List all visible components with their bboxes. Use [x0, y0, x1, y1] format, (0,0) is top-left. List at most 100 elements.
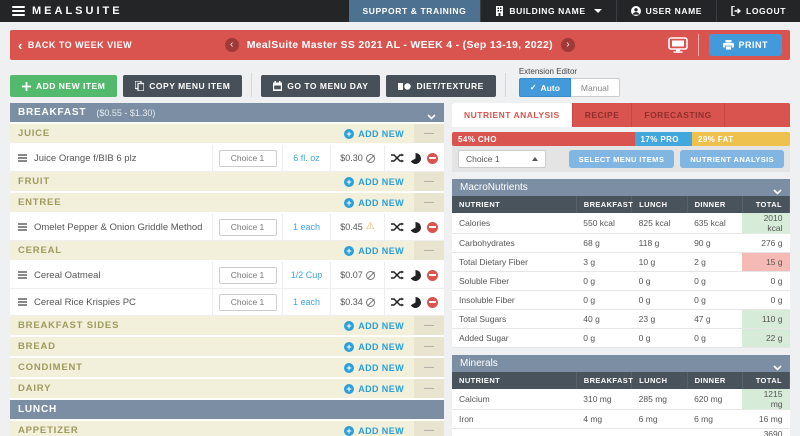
collapse-section-button[interactable]: —: [414, 337, 444, 356]
copy-menu-item-button[interactable]: COPY MENU ITEM: [123, 75, 243, 97]
select-caret-icon: [532, 157, 538, 161]
select-menu-items-button[interactable]: SELECT MENU ITEMS: [568, 150, 675, 168]
display-screen-button[interactable]: [667, 37, 688, 53]
remove-item-icon[interactable]: [427, 221, 438, 233]
divider: [697, 34, 699, 56]
swap-item-icon[interactable]: [391, 297, 404, 307]
extension-editor-group: Extension Editor Auto Manual: [518, 67, 620, 97]
add-new-link[interactable]: + ADD NEW: [344, 425, 414, 436]
collapse-section-button[interactable]: —: [414, 358, 444, 377]
go-to-menu-day-label: GO TO MENU DAY: [287, 81, 369, 91]
auto-toggle-option[interactable]: Auto: [518, 78, 571, 97]
swap-item-icon[interactable]: [391, 153, 404, 163]
collapse-section-button[interactable]: —: [414, 124, 444, 143]
extension-editor-toggle: Auto Manual: [518, 78, 620, 97]
section-label: BREAKFAST SIDES: [18, 320, 120, 331]
user-name-label: USER NAME: [645, 6, 703, 16]
choice-select[interactable]: Choice 1: [458, 150, 546, 168]
collapse-section-button[interactable]: —: [414, 379, 444, 398]
item-name[interactable]: Cereal Rice Krispies PC: [34, 297, 212, 308]
item-name[interactable]: Omelet Pepper & Onion Griddle Method: [34, 222, 212, 233]
breakfast-meal-header[interactable]: BREAKFAST ($0.55 - $1.30): [10, 103, 444, 122]
choice-cell: Choice 1: [212, 214, 282, 240]
add-new-link[interactable]: + ADD NEW: [344, 197, 414, 208]
add-new-link[interactable]: + ADD NEW: [344, 341, 414, 352]
add-new-link[interactable]: + ADD NEW: [344, 320, 414, 331]
collapse-section-button[interactable]: —: [414, 172, 444, 191]
drag-handle-icon[interactable]: [10, 271, 34, 279]
macronutrients-header[interactable]: MacroNutrients: [452, 179, 790, 196]
lunch-meal-header[interactable]: LUNCH: [10, 400, 444, 419]
choice-input[interactable]: Choice 1: [218, 149, 277, 167]
collapse-section-button[interactable]: —: [414, 193, 444, 212]
hamburger-menu-icon[interactable]: [12, 6, 25, 16]
go-to-menu-day-button[interactable]: GO TO MENU DAY: [261, 75, 381, 97]
portion-link[interactable]: 1 each: [282, 214, 330, 240]
print-label: PRINT: [738, 40, 768, 50]
app-logo: MEALSUITE: [32, 5, 123, 17]
price-cell: $0.07: [330, 262, 384, 288]
nutrition-pie-icon[interactable]: [410, 221, 421, 233]
remove-item-icon[interactable]: [427, 152, 438, 164]
col-breakfast: BREAKFAST: [576, 196, 633, 213]
logout-label: LOGOUT: [746, 6, 786, 16]
tab-recipe[interactable]: RECIPE: [573, 103, 633, 127]
nutrition-pie-icon[interactable]: [410, 296, 421, 308]
price-cell: $0.30: [330, 145, 384, 171]
logout-button[interactable]: LOGOUT: [716, 0, 800, 22]
back-label: BACK TO WEEK VIEW: [27, 40, 133, 50]
nutrition-pie-icon[interactable]: [410, 152, 421, 164]
portion-link[interactable]: 1/2 Cup: [282, 262, 330, 288]
print-button[interactable]: PRINT: [708, 34, 782, 56]
remove-item-icon[interactable]: [427, 269, 438, 281]
collapse-section-button[interactable]: —: [414, 421, 444, 436]
remove-item-icon[interactable]: [427, 296, 438, 308]
tab-forecasting[interactable]: FORECASTING: [632, 103, 725, 127]
portion-link[interactable]: 6 fl. oz: [282, 145, 330, 171]
choice-input[interactable]: Choice 1: [218, 266, 277, 284]
add-new-link[interactable]: + ADD NEW: [344, 176, 414, 187]
swap-item-icon[interactable]: [391, 222, 404, 232]
item-name[interactable]: Cereal Oatmeal: [34, 270, 212, 281]
plus-circle-icon: +: [344, 425, 355, 436]
nutrient-analysis-button[interactable]: NUTRIENT ANALYSIS: [680, 150, 784, 168]
next-week-button[interactable]: ›: [560, 38, 575, 52]
portion-link[interactable]: 1 each: [282, 289, 330, 315]
chevron-down-icon[interactable]: [427, 108, 436, 120]
chevron-down-icon[interactable]: [773, 359, 782, 371]
section-label: FRUIT: [18, 176, 50, 187]
item-name[interactable]: Juice Orange f/BIB 6 plz: [34, 153, 212, 164]
back-to-week-view-link[interactable]: ‹ BACK TO WEEK VIEW: [18, 39, 132, 52]
section-dairy: DAIRY + ADD NEW —: [10, 379, 444, 398]
tab-nutrient-analysis[interactable]: NUTRIENT ANALYSIS: [452, 103, 573, 127]
add-new-link[interactable]: + ADD NEW: [344, 128, 414, 139]
drag-handle-icon[interactable]: [10, 223, 34, 231]
chevron-down-icon[interactable]: [773, 183, 782, 195]
swap-item-icon[interactable]: [391, 270, 404, 280]
copy-icon: [135, 81, 145, 91]
drag-handle-icon[interactable]: [10, 154, 34, 162]
drag-handle-icon[interactable]: [10, 298, 34, 306]
diet-texture-button[interactable]: DIET/TEXTURE: [386, 75, 496, 97]
add-new-link[interactable]: + ADD NEW: [344, 245, 414, 256]
add-new-link[interactable]: + ADD NEW: [344, 383, 414, 394]
minerals-table: NUTRIENT BREAKFAST LUNCH DINNER TOTAL Ca…: [452, 372, 790, 436]
minerals-header[interactable]: Minerals: [452, 355, 790, 372]
section-label: ENTREE: [18, 197, 62, 208]
col-dinner: DINNER: [687, 196, 743, 213]
collapse-section-button[interactable]: —: [414, 241, 444, 260]
add-new-item-button[interactable]: ADD NEW ITEM: [10, 75, 118, 97]
nutrition-pie-icon[interactable]: [410, 269, 421, 281]
manual-toggle-option[interactable]: Manual: [570, 78, 620, 97]
choice-input[interactable]: Choice 1: [218, 218, 277, 236]
col-dinner: DINNER: [687, 372, 743, 389]
user-menu[interactable]: USER NAME: [615, 0, 716, 22]
collapse-section-button[interactable]: —: [414, 316, 444, 335]
add-new-link[interactable]: + ADD NEW: [344, 362, 414, 373]
week-title-group: ‹ MealSuite Master SS 2021 AL - WEEK 4 -…: [132, 38, 667, 52]
choice-input[interactable]: Choice 1: [218, 293, 277, 311]
previous-week-button[interactable]: ‹: [224, 38, 239, 52]
building-selector[interactable]: BUILDING NAME: [480, 0, 615, 22]
support-training-button[interactable]: SUPPORT & TRAINING: [348, 0, 481, 22]
